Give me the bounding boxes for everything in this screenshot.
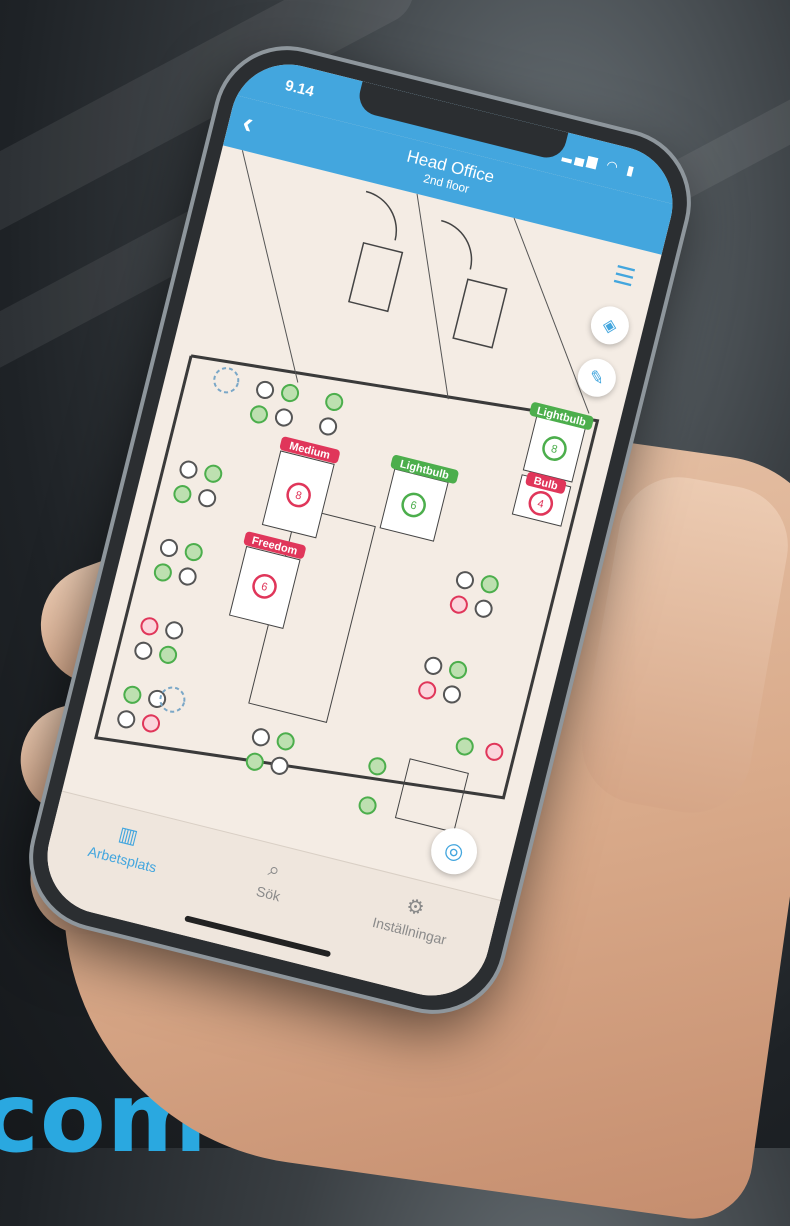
- desk-booked[interactable]: [485, 742, 504, 762]
- tab-label: Sök: [254, 882, 282, 905]
- elevator: [348, 241, 404, 313]
- desk-cluster[interactable]: [241, 686, 504, 841]
- desk-free[interactable]: [280, 383, 300, 403]
- desk-booked[interactable]: [417, 681, 437, 701]
- desk-free[interactable]: [158, 645, 178, 665]
- desk-unavailable[interactable]: [117, 710, 136, 730]
- desk-unavailable[interactable]: [270, 756, 289, 776]
- lounge-table: [213, 367, 240, 394]
- desk-cluster[interactable]: [417, 566, 499, 709]
- elevator: [452, 278, 508, 349]
- staircase: [365, 190, 398, 241]
- desk-booked[interactable]: [140, 617, 159, 637]
- tab-installningar[interactable]: ⚙ Inställningar: [344, 879, 481, 954]
- desk-booked[interactable]: [449, 595, 468, 615]
- desk-free[interactable]: [448, 660, 468, 680]
- desk-free[interactable]: [153, 563, 172, 583]
- desk-unavailable[interactable]: [318, 417, 338, 437]
- desk-unavailable[interactable]: [455, 570, 474, 590]
- desk-unavailable[interactable]: [251, 728, 270, 748]
- staircase: [394, 758, 469, 833]
- desk-free[interactable]: [455, 737, 474, 757]
- desk-unavailable[interactable]: [197, 488, 217, 508]
- home-indicator[interactable]: [184, 915, 332, 958]
- desk-unavailable[interactable]: [134, 641, 153, 661]
- desk-free[interactable]: [368, 757, 387, 777]
- desk-unavailable[interactable]: [178, 567, 197, 587]
- desk-free[interactable]: [324, 392, 344, 412]
- desk-cluster[interactable]: [249, 375, 344, 441]
- outer-wall: [94, 354, 600, 800]
- desk-unavailable[interactable]: [159, 538, 178, 558]
- desk-free[interactable]: [184, 542, 203, 562]
- desk-free[interactable]: [480, 574, 499, 594]
- desk-unavailable[interactable]: [274, 408, 293, 428]
- staircase: [441, 219, 473, 270]
- desk-unavailable[interactable]: [255, 380, 275, 400]
- desk-unavailable[interactable]: [474, 599, 493, 619]
- desk-free[interactable]: [245, 752, 264, 772]
- desk-unavailable[interactable]: [179, 460, 198, 480]
- desk-free[interactable]: [123, 685, 142, 705]
- desk-free[interactable]: [173, 484, 192, 504]
- status-icons: ▂▄▆ ◠ ▮: [561, 146, 639, 180]
- desk-free[interactable]: [204, 464, 223, 484]
- desk-unavailable[interactable]: [164, 621, 184, 641]
- desk-unavailable[interactable]: [424, 656, 443, 676]
- tab-arbetsplats[interactable]: ▥ Arbetsplats: [57, 808, 194, 883]
- desk-cluster[interactable]: [153, 458, 223, 588]
- desk-free[interactable]: [358, 796, 377, 816]
- tab-sok[interactable]: ⌕ Sök: [203, 844, 340, 917]
- desk-booked[interactable]: [141, 714, 161, 734]
- status-time: 9.14: [283, 76, 316, 101]
- desk-cluster[interactable]: [117, 615, 184, 736]
- wall-line: [416, 193, 449, 400]
- desk-free[interactable]: [276, 732, 295, 752]
- desk-unavailable[interactable]: [442, 685, 461, 705]
- wall-line: [241, 150, 299, 383]
- desk-free[interactable]: [249, 405, 268, 425]
